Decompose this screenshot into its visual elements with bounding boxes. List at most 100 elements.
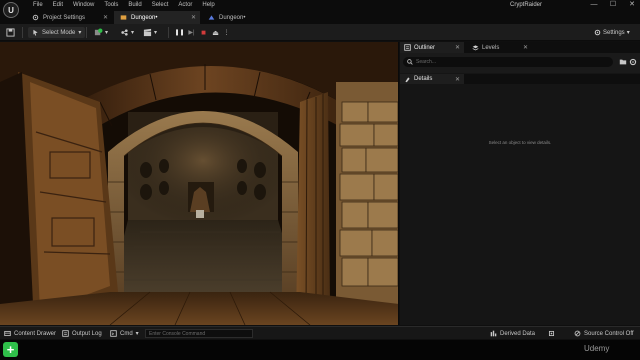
- output-log-button[interactable]: Output Log: [62, 327, 102, 340]
- settings-label: Settings: [603, 29, 625, 36]
- menu-window[interactable]: Window: [68, 1, 99, 10]
- close-icon[interactable]: ✕: [455, 76, 460, 83]
- details-tab-bar: Details ✕: [400, 74, 640, 84]
- gear-icon[interactable]: [629, 58, 637, 66]
- tab-label: Dungeon•: [131, 14, 158, 21]
- outliner-search[interactable]: [403, 57, 613, 67]
- notifications-button[interactable]: [548, 327, 555, 340]
- derived-data-icon: [490, 330, 497, 337]
- right-panels: Outliner ✕ Levels ✕ Details ✕ Select an …: [400, 42, 640, 325]
- chevron-down-icon: ▾: [135, 331, 139, 337]
- tab-details[interactable]: Details ✕: [400, 74, 464, 84]
- source-control-button[interactable]: Source Control Off: [574, 327, 634, 340]
- more-options-icon[interactable]: ⋮: [222, 27, 231, 38]
- blueprints-icon: [121, 29, 128, 36]
- chevron-down-icon: ▾: [78, 30, 82, 36]
- watermark: Udemy: [584, 344, 610, 353]
- outliner-icon: [404, 44, 411, 51]
- content-drawer-icon: [4, 330, 11, 337]
- level-icon: [120, 15, 127, 20]
- stop-button[interactable]: ■: [199, 27, 208, 38]
- tab-label: Project Settings: [43, 14, 86, 21]
- document-tab-bar: Project Settings ✕ Dungeon• ✕ Dungeon•: [0, 11, 640, 24]
- cinematics-button[interactable]: ▾: [143, 27, 157, 38]
- project-name: CryptRaider: [510, 2, 543, 8]
- maximize-button[interactable]: ☐: [608, 0, 618, 10]
- add-plus-icon[interactable]: +: [3, 342, 18, 357]
- select-mode-label: Select Mode: [42, 29, 76, 36]
- tab-label: Dungeon•: [219, 14, 246, 21]
- blueprints-button[interactable]: ▾: [120, 27, 134, 38]
- close-icon[interactable]: ✕: [103, 14, 108, 21]
- minimize-button[interactable]: —: [589, 0, 599, 10]
- title-bar: U File Edit Window Tools Build Select Ac…: [0, 0, 640, 18]
- unreal-logo[interactable]: U: [3, 2, 19, 18]
- toolbar-divider: [22, 27, 23, 38]
- notifications-icon: [548, 330, 555, 337]
- terminal-icon: [110, 330, 117, 337]
- chevron-down-icon: ▾: [105, 30, 109, 36]
- toolbar-divider: [86, 27, 87, 38]
- cmd-dropdown[interactable]: Cmd ▾: [110, 327, 139, 340]
- details-panel: Select an object to view details.: [400, 84, 640, 325]
- tab-dungeon-level[interactable]: Dungeon• ✕: [114, 11, 200, 24]
- add-folder-icon[interactable]: [619, 58, 627, 66]
- console-command-input[interactable]: [146, 330, 252, 337]
- menu-help[interactable]: Help: [197, 1, 219, 10]
- save-button[interactable]: [6, 27, 15, 38]
- details-empty-message: Select an object to view details.: [488, 140, 552, 145]
- select-mode-dropdown[interactable]: Select Mode ▾: [28, 27, 86, 38]
- output-log-icon: [62, 330, 69, 337]
- output-log-label: Output Log: [72, 330, 102, 337]
- tab-outliner-label: Outliner: [414, 44, 436, 51]
- cmd-label: Cmd: [120, 330, 133, 337]
- source-control-icon: [574, 330, 581, 337]
- outliner-panel: [400, 53, 640, 73]
- menu-tools[interactable]: Tools: [99, 1, 123, 10]
- gear-icon: [32, 14, 39, 21]
- menu-build[interactable]: Build: [123, 1, 146, 10]
- save-icon: [6, 28, 15, 37]
- close-icon[interactable]: ✕: [523, 44, 528, 51]
- menu-edit[interactable]: Edit: [48, 1, 68, 10]
- clapperboard-icon: [143, 28, 152, 37]
- console-command-box[interactable]: [145, 329, 253, 338]
- chevron-down-icon: ▾: [626, 30, 630, 36]
- pause-button[interactable]: ❚❚: [174, 27, 184, 38]
- chevron-down-icon: ▾: [131, 30, 135, 36]
- add-content-button[interactable]: ▾: [94, 27, 108, 38]
- menu-select[interactable]: Select: [147, 1, 174, 10]
- search-icon: [407, 59, 413, 65]
- window-controls: — ☐ ✕: [589, 0, 637, 10]
- derived-data-label: Derived Data: [500, 330, 536, 337]
- frame-skip-button[interactable]: ▶|: [187, 27, 196, 38]
- derived-data-button[interactable]: Derived Data: [490, 327, 535, 340]
- levels-icon: [472, 45, 479, 51]
- level-viewport[interactable]: [0, 42, 399, 325]
- search-input[interactable]: [416, 59, 606, 65]
- gear-icon: [594, 29, 601, 36]
- bottom-strip: + Udemy: [0, 340, 640, 360]
- tab-levels[interactable]: Levels ✕: [468, 42, 532, 53]
- content-drawer-button[interactable]: Content Drawer: [4, 327, 56, 340]
- tab-outliner[interactable]: Outliner ✕: [400, 42, 464, 53]
- status-bar: Content Drawer Output Log Cmd ▾ Derived …: [0, 326, 640, 339]
- menu-file[interactable]: File: [28, 1, 48, 10]
- tab-levels-label: Levels: [482, 44, 500, 51]
- close-icon[interactable]: ✕: [455, 44, 460, 51]
- tab-project-settings[interactable]: Project Settings ✕: [26, 11, 112, 24]
- outliner-tab-bar: Outliner ✕ Levels ✕: [400, 42, 640, 53]
- main-toolbar: Select Mode ▾ ▾ ▾ ▾ ❚❚ ▶| ■ ⏏ ⋮ Settings…: [0, 24, 640, 41]
- cursor-icon: [33, 29, 38, 36]
- tab-details-label: Details: [414, 76, 433, 82]
- eject-button[interactable]: ⏏: [211, 27, 220, 38]
- close-icon[interactable]: ✕: [191, 14, 196, 21]
- tab-dungeon-blueprint[interactable]: Dungeon•: [202, 11, 288, 24]
- close-window-button[interactable]: ✕: [627, 0, 637, 10]
- chevron-down-icon: ▾: [154, 30, 158, 36]
- dungeon-scene-render: [0, 42, 398, 325]
- source-control-label: Source Control Off: [584, 330, 634, 337]
- menu-actor[interactable]: Actor: [173, 1, 197, 10]
- blueprint-icon: [208, 15, 215, 20]
- settings-dropdown[interactable]: Settings ▾: [594, 27, 630, 38]
